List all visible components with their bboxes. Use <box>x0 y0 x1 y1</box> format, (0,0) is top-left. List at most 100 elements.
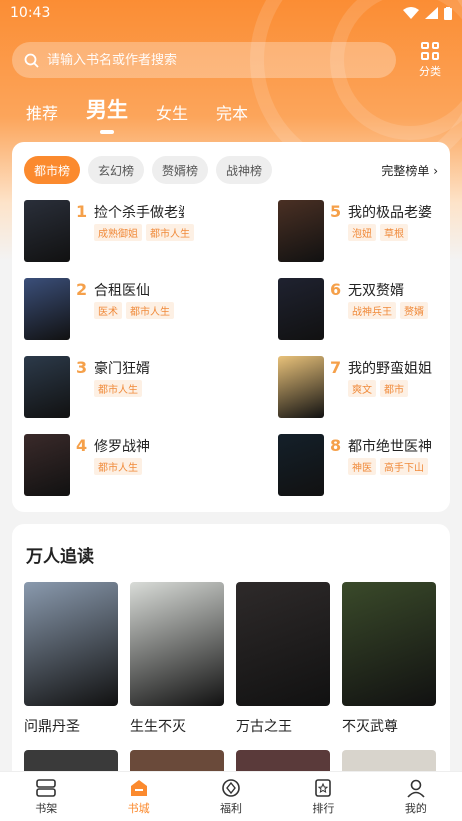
book-cover <box>24 434 70 496</box>
grid-icon <box>421 41 439 60</box>
rank-number: 1 <box>76 202 88 221</box>
book-title: 豪门狂婿 <box>94 361 150 377</box>
rank-number: 2 <box>76 280 88 299</box>
book-cover <box>236 582 330 706</box>
rank-tabs: 都市榜 玄幻榜 赘婿榜 战神榜 <box>24 156 273 184</box>
rank-item[interactable]: 7 我的野蛮姐姐 爽文 都市 <box>278 356 462 418</box>
nav-label: 排行 <box>312 801 335 815</box>
bottom-nav: 书架 书城 福利 排行 我的 <box>0 771 462 821</box>
book-tag: 都市人生 <box>94 458 142 475</box>
rank-item[interactable]: 2 合租医仙 医术 都市人生 <box>24 278 234 340</box>
book-tag: 赘婿 <box>400 302 428 319</box>
rank-item[interactable]: 8 都市绝世医神 神医 高手下山 <box>278 434 462 496</box>
rank-number: 4 <box>76 436 88 455</box>
book-card[interactable]: 生生不灭 <box>130 582 224 736</box>
profile-icon <box>407 779 425 798</box>
category-button[interactable]: 分类 <box>412 41 448 79</box>
nav-label: 书架 <box>35 801 58 815</box>
tab-female[interactable]: 女生 <box>156 100 188 134</box>
book-cover <box>278 356 324 418</box>
search-row: 分类 <box>12 40 452 80</box>
book-tag: 都市 <box>380 380 408 397</box>
nav-label: 我的 <box>404 801 427 815</box>
book-title: 修罗战神 <box>94 439 150 455</box>
book-tag: 神医 <box>348 458 376 475</box>
rank-tab-war-god[interactable]: 战神榜 <box>216 156 273 184</box>
book-cover <box>278 434 324 496</box>
book-title: 不灭武尊 <box>342 719 398 735</box>
book-card[interactable]: 万古之王 <box>236 582 330 736</box>
book-cover <box>278 200 324 262</box>
book-title: 问鼎丹圣 <box>24 719 80 735</box>
book-title: 生生不灭 <box>130 719 186 735</box>
signal-icon <box>425 7 438 19</box>
book-title: 捡个杀手做老婆 <box>94 205 184 221</box>
book-cover <box>24 278 70 340</box>
ranking-icon <box>315 778 332 797</box>
search-box[interactable] <box>12 42 396 78</box>
book-card[interactable]: 不灭武尊 <box>342 582 436 736</box>
book-tag: 战神兵王 <box>348 302 396 319</box>
rank-item[interactable]: 1 捡个杀手做老婆 成熟御姐 都市人生 <box>24 200 234 262</box>
status-time: 10:43 <box>10 5 51 21</box>
book-tag: 医术 <box>94 302 122 319</box>
search-icon <box>24 53 39 68</box>
nav-welfare[interactable]: 福利 <box>185 772 277 821</box>
book-cover <box>130 582 224 706</box>
nav-bookshelf[interactable]: 书架 <box>0 772 92 821</box>
full-ranking-label: 完整榜单 <box>381 164 430 178</box>
book-cover <box>278 278 324 340</box>
welfare-icon <box>222 778 240 797</box>
bookshelf-icon <box>36 778 57 797</box>
rank-tab-urban[interactable]: 都市榜 <box>24 156 81 184</box>
status-bar: 10:43 <box>0 0 462 26</box>
book-tag: 成熟御姐 <box>94 224 142 241</box>
rank-number: 6 <box>330 280 342 299</box>
nav-label: 书城 <box>127 801 150 815</box>
book-title: 合租医仙 <box>94 283 150 299</box>
book-tag: 草根 <box>380 224 408 241</box>
popular-section: 万人追读 问鼎丹圣 生生不灭 万古之王 不灭武尊 <box>12 524 450 784</box>
book-cover <box>24 582 118 706</box>
full-ranking-link[interactable]: 完整榜单 › <box>381 162 438 179</box>
book-title: 我的野蛮姐姐 <box>348 361 432 377</box>
book-tag: 爽文 <box>348 380 376 397</box>
book-title: 无双赘婿 <box>348 283 404 299</box>
book-title: 万古之王 <box>236 719 292 735</box>
wifi-icon <box>403 7 419 19</box>
book-tag: 都市人生 <box>146 224 194 241</box>
book-cover <box>24 356 70 418</box>
book-title: 都市绝世医神 <box>348 439 432 455</box>
book-tag: 高手下山 <box>380 458 428 475</box>
channel-tabs: 推荐 男生 女生 完本 <box>26 94 248 134</box>
nav-ranking[interactable]: 排行 <box>277 772 369 821</box>
tab-finished[interactable]: 完本 <box>216 100 248 134</box>
nav-bookstore[interactable]: 书城 <box>92 772 184 821</box>
rank-tab-fantasy[interactable]: 玄幻榜 <box>88 156 145 184</box>
rank-card: 都市榜 玄幻榜 赘婿榜 战神榜 完整榜单 › 1 捡个杀手做老婆 成熟御姐 都市人… <box>12 142 450 512</box>
category-label: 分类 <box>419 64 441 78</box>
rank-tab-son-in-law[interactable]: 赘婿榜 <box>152 156 209 184</box>
book-tag: 都市人生 <box>126 302 174 319</box>
rank-number: 3 <box>76 358 88 377</box>
bookstore-icon <box>130 779 147 796</box>
book-cover <box>342 582 436 706</box>
rank-item[interactable]: 6 无双赘婿 战神兵王 赘婿 <box>278 278 462 340</box>
rank-item[interactable]: 5 我的极品老婆 泡妞 草根 <box>278 200 462 262</box>
rank-item[interactable]: 3 豪门狂婿 都市人生 <box>24 356 234 418</box>
book-card[interactable]: 问鼎丹圣 <box>24 582 118 736</box>
rank-number: 5 <box>330 202 342 221</box>
rank-number: 7 <box>330 358 342 377</box>
section-title: 万人追读 <box>26 547 94 567</box>
battery-icon <box>444 6 452 20</box>
nav-profile[interactable]: 我的 <box>370 772 462 821</box>
tab-recommend[interactable]: 推荐 <box>26 100 58 134</box>
book-title: 我的极品老婆 <box>348 205 432 221</box>
tab-male[interactable]: 男生 <box>86 94 128 134</box>
nav-label: 福利 <box>220 801 243 815</box>
rank-number: 8 <box>330 436 342 455</box>
chevron-right-icon: › <box>433 164 438 178</box>
search-input[interactable] <box>47 52 367 68</box>
book-cover <box>24 200 70 262</box>
rank-item[interactable]: 4 修罗战神 都市人生 <box>24 434 234 496</box>
